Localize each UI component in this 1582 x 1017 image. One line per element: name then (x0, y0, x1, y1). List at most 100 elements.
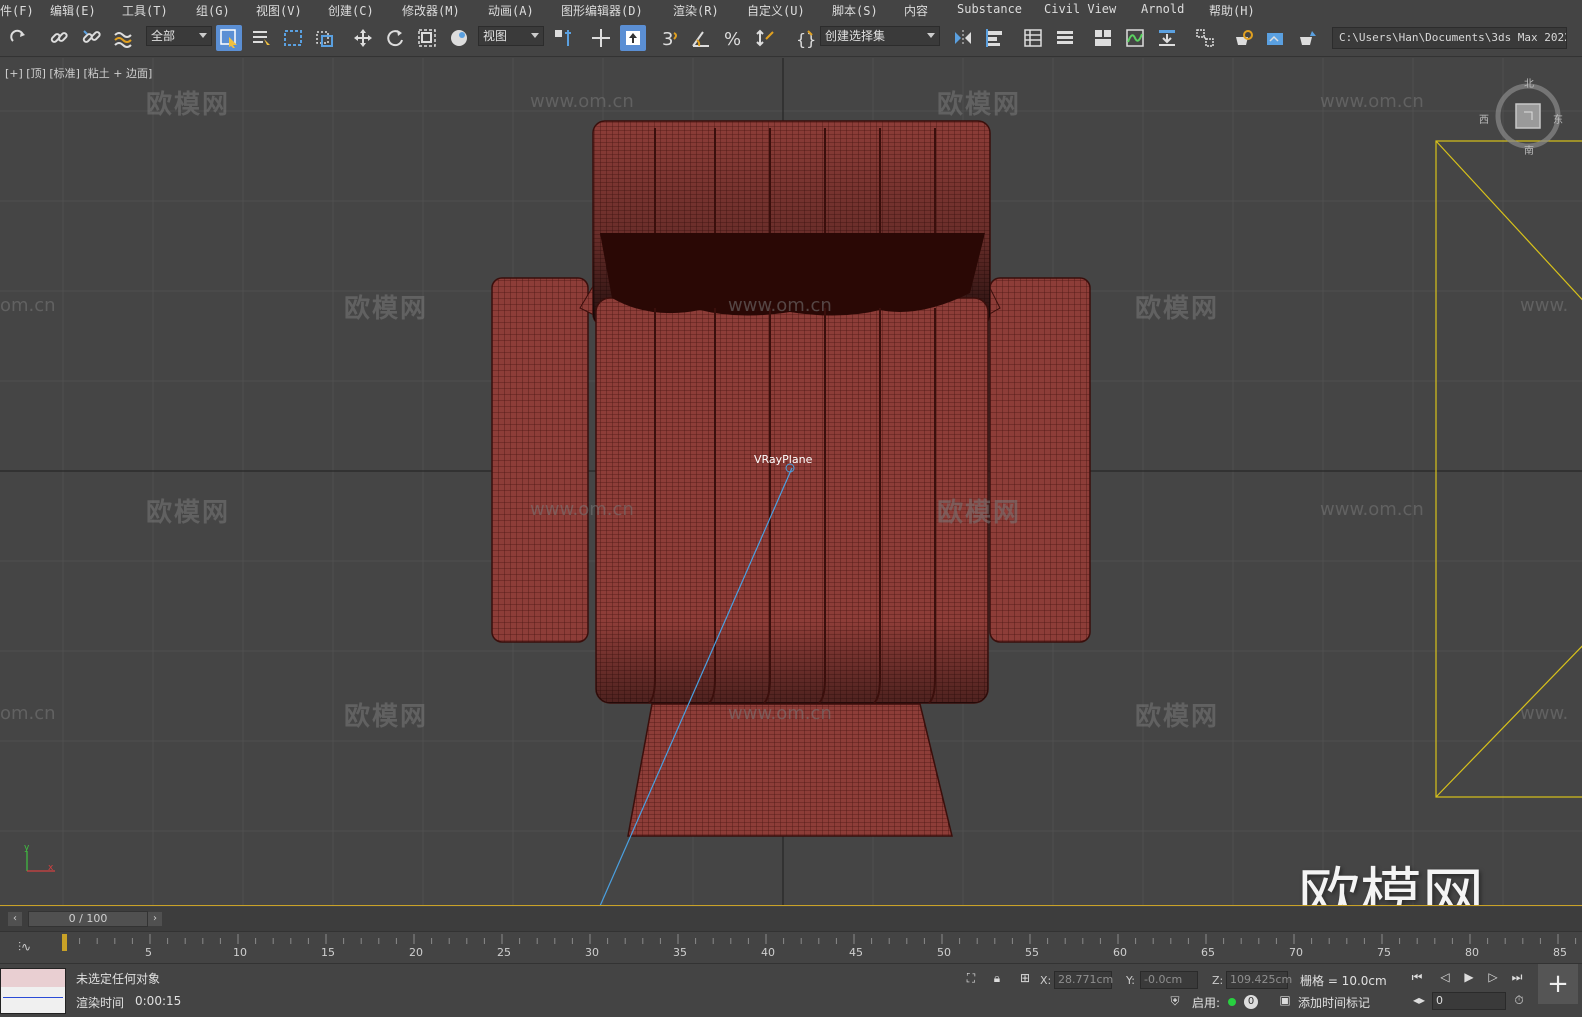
project-path-value: C:\Users\Han\Documents\3ds Max 2022 (1339, 31, 1567, 44)
watermark-url: www.om.cn (530, 91, 634, 112)
named-selection-dropdown[interactable]: 创建选择集 (820, 26, 940, 46)
goto-end-icon[interactable]: ⏭︎ (1508, 968, 1526, 986)
shield-icon[interactable]: ⛨ (1166, 992, 1184, 1010)
menu-create[interactable]: 创建(C) (328, 2, 374, 19)
watermark-url: www. (1520, 295, 1569, 316)
keyboard-shortcut-override-icon[interactable] (620, 25, 646, 51)
menu-animation[interactable]: 动画(A) (488, 2, 534, 19)
redo-icon[interactable] (6, 25, 32, 51)
next-key-icon[interactable]: ▷ (1484, 968, 1502, 986)
menu-content[interactable]: 内容 (904, 2, 928, 19)
link-icon[interactable] (46, 25, 72, 51)
timeline-ruler[interactable] (62, 932, 1582, 964)
viewcube-north[interactable]: 北 (1524, 75, 1534, 90)
frame-spinner-icon[interactable]: ◂▸ (1410, 991, 1428, 1009)
time-config-icon[interactable]: ⏱︎ (1510, 991, 1528, 1009)
menu-arnold[interactable]: Arnold (1141, 2, 1184, 16)
top-viewport[interactable]: y x [+] [顶] [标准] [粘土 + 边面] 欧模网 www.om.cn… (0, 58, 1582, 906)
viewcube-east[interactable]: 东 (1553, 111, 1563, 126)
isolate-selection-icon[interactable]: ⛶ (962, 969, 980, 987)
curve-editor-icon[interactable] (1122, 25, 1148, 51)
select-by-name-icon[interactable] (248, 25, 274, 51)
viewcube-west[interactable]: 西 (1479, 111, 1489, 126)
spinner-snap-icon[interactable] (752, 25, 778, 51)
selection-lock-icon[interactable]: 🔒︎ (988, 969, 1006, 987)
menu-file[interactable]: 件(F) (0, 2, 34, 19)
timeline-tick-label: 15 (321, 946, 335, 959)
material-editor-icon[interactable] (1192, 25, 1218, 51)
curve-editor-mini-icon[interactable]: ⫶∿ (18, 940, 31, 955)
unlink-icon[interactable] (78, 25, 104, 51)
window-crossing-icon[interactable] (312, 25, 338, 51)
viewcube[interactable]: 北 西 东 南 (1479, 79, 1563, 157)
time-slider: ‹ 0 / 100 › (0, 907, 1582, 931)
snaps-toggle-icon[interactable]: 3 (656, 25, 682, 51)
menu-modifiers[interactable]: 修改器(M) (402, 2, 460, 19)
place-icon[interactable] (446, 25, 472, 51)
rect-selection-region-icon[interactable] (280, 25, 306, 51)
mirror-icon[interactable] (950, 25, 976, 51)
named-selection-value: 创建选择集 (825, 29, 886, 43)
menu-substance[interactable]: Substance (957, 2, 1022, 16)
menu-rendering[interactable]: 渲染(R) (673, 2, 719, 19)
scale-icon[interactable] (414, 25, 440, 51)
render-production-icon[interactable] (1294, 25, 1320, 51)
armchair-mesh[interactable] (491, 120, 1091, 837)
menu-scripting[interactable]: 脚本(S) (832, 2, 878, 19)
menu-tools[interactable]: 工具(T) (122, 2, 168, 19)
prev-frame-button[interactable]: ‹ (8, 912, 22, 926)
absolute-mode-icon[interactable]: ⊞ (1016, 969, 1034, 987)
scene-explorer-icon[interactable] (1020, 25, 1046, 51)
z-coord-field[interactable]: 109.425cm (1226, 971, 1292, 989)
rendered-frame-window-icon[interactable] (1262, 25, 1288, 51)
next-frame-button[interactable]: › (148, 912, 162, 926)
menu-graph-editors[interactable]: 图形编辑器(D) (561, 2, 643, 19)
timeline-current-frame-marker[interactable] (62, 934, 67, 951)
play-icon[interactable]: ▶ (1460, 968, 1478, 986)
menu-customize[interactable]: 自定义(U) (747, 2, 805, 19)
time-slider-thumb[interactable]: 0 / 100 (28, 911, 148, 927)
watermark: 欧模网 (1135, 702, 1220, 732)
rotate-icon[interactable] (382, 25, 408, 51)
time-tag-icon[interactable]: ▣ (1276, 991, 1294, 1009)
viewcube-south[interactable]: 南 (1524, 142, 1534, 157)
reference-coord-dropdown[interactable]: 视图 (478, 26, 544, 46)
render-setup-icon[interactable] (1230, 25, 1256, 51)
maxscript-mini-listener[interactable] (0, 968, 66, 1014)
select-object-icon[interactable] (216, 25, 242, 51)
percent-snap-icon[interactable]: % (720, 25, 746, 51)
align-icon[interactable] (982, 25, 1008, 51)
y-coord-field[interactable]: -0.0cm (1140, 971, 1198, 989)
project-path-field[interactable]: C:\Users\Han\Documents\3ds Max 2022 (1332, 27, 1567, 49)
x-coord-field[interactable]: 28.771cm (1054, 971, 1113, 989)
menu-civil-view[interactable]: Civil View (1044, 2, 1116, 16)
timeline-tick-label: 35 (673, 946, 687, 959)
svg-text:3: 3 (662, 29, 673, 49)
layer-explorer-icon[interactable] (1052, 25, 1078, 51)
camera-frustum[interactable] (1435, 140, 1582, 798)
ribbon-toggle-icon[interactable] (1090, 25, 1116, 51)
select-manipulate-icon[interactable] (588, 25, 614, 51)
current-frame-field[interactable]: 0 (1432, 992, 1506, 1010)
angle-snap-icon[interactable] (688, 25, 714, 51)
pivot-center-icon[interactable] (550, 25, 576, 51)
schematic-view-icon[interactable] (1154, 25, 1180, 51)
menu-edit[interactable]: 编辑(E) (50, 2, 96, 19)
menu-group[interactable]: 组(G) (196, 2, 230, 19)
edit-named-selection-icon[interactable]: {} (792, 25, 818, 51)
move-icon[interactable] (350, 25, 376, 51)
bind-spacewarp-icon[interactable] (110, 25, 136, 51)
add-button[interactable]: + (1538, 964, 1578, 1004)
selection-filter-dropdown[interactable]: 全部 (146, 26, 212, 46)
menu-views[interactable]: 视图(V) (256, 2, 302, 19)
goto-start-icon[interactable]: ⏮︎ (1408, 968, 1426, 986)
add-time-tag[interactable]: 添加时间标记 (1298, 994, 1370, 1011)
track-bar[interactable]: ⫶∿ 5 10 15 20 25 30 35 40 45 50 55 60 65 70 75 80 85 (0, 931, 1582, 963)
viewport-label[interactable]: [+] [顶] [标准] [粘土 + 边面] (5, 65, 152, 81)
prev-key-icon[interactable]: ◁ (1436, 968, 1454, 986)
menu-help[interactable]: 帮助(H) (1209, 2, 1255, 19)
timeline-tick-label: 65 (1201, 946, 1215, 959)
timeline-tick-label: 70 (1289, 946, 1303, 959)
x-coord-label: X: (1040, 974, 1052, 987)
watermark-url: www.om.cn (728, 295, 832, 316)
